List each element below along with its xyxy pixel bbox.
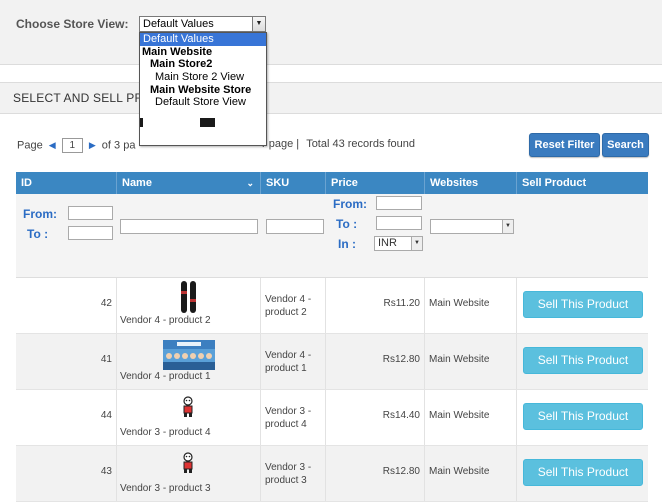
cell-name: Vendor 3 - product 4 [117,390,261,445]
cell-website: Main Website [425,278,517,333]
cell-id: 43 [16,446,117,501]
cell-sku: Vendor 3 - product 3 [261,446,326,501]
currency-select[interactable]: INR ▼ [374,236,423,251]
id-to-input[interactable] [68,226,113,240]
filter-row: From: To : From: To : In : INR ▼ ▼ [16,194,648,278]
store-view-dropdown[interactable]: Default Values Main Website Main Store2 … [139,32,267,146]
dropdown-option[interactable]: Default Store View [140,96,266,109]
store-view-label: Choose Store View: [16,17,129,31]
table-row: 43 Vendor 3 - product 3 Vendor 3 - produ… [16,446,648,502]
price-to-label: To : [336,217,358,231]
reset-filter-button[interactable]: Reset Filter [529,133,600,157]
cell-price: Rs12.80 [326,334,425,389]
search-button[interactable]: Search [602,133,649,157]
id-from-label: From: [23,207,57,221]
dropdown-option[interactable]: Main Store 2 View [140,71,266,84]
skis-thumbnail [181,281,196,313]
page-label: Page [17,139,43,152]
table-row: 44 Vendor 3 - product 4 Vendor 3 - produ… [16,390,648,446]
cell-sell: Sell This Product [517,390,648,445]
store-view-bar: Choose Store View: Default Values ▼ [0,0,662,65]
store-view-selected: Default Values [143,18,214,30]
column-websites[interactable]: Websites [425,172,517,194]
product-name: Vendor 4 - product 2 [120,315,211,326]
dropdown-option-group: Main Website [142,45,213,58]
cell-sku: Vendor 4 - product 2 [261,278,326,333]
cell-id: 44 [16,390,117,445]
team-photo-thumbnail [163,340,215,370]
id-to-label: To : [27,227,49,241]
cell-website: Main Website [425,390,517,445]
product-name: Vendor 4 - product 1 [120,371,211,382]
dropdown-option-group: Main Store2 [150,58,213,71]
figurine-thumbnail [183,396,193,417]
cell-price: Rs11.20 [326,278,425,333]
pager: Page ◀ 1 ▶ of 3 pa [17,138,135,153]
chevron-down-icon[interactable]: ▼ [252,17,265,31]
sort-chevron-icon[interactable]: ⌄ [246,172,254,194]
column-id[interactable]: ID [16,172,117,194]
column-name-label: Name [122,177,152,189]
websites-filter-select[interactable]: ▼ [430,219,514,234]
cell-website: Main Website [425,446,517,501]
chevron-down-icon[interactable]: ▼ [502,220,513,233]
column-name[interactable]: Name ⌄ [117,172,261,194]
figurine-thumbnail [183,452,193,473]
price-in-label: In : [338,237,356,251]
page-number-input[interactable]: 1 [61,138,83,153]
product-name: Vendor 3 - product 3 [120,483,211,494]
sell-this-product-button[interactable]: Sell This Product [523,347,643,374]
cell-id: 41 [16,334,117,389]
products-grid: ID Name ⌄ SKU Price Websites Sell Produc… [16,172,648,502]
price-from-label: From: [333,197,367,211]
cell-sku: Vendor 4 - product 1 [261,334,326,389]
prev-page-icon[interactable]: ◀ [49,140,56,150]
dropdown-option[interactable]: Default Values [140,33,266,46]
cell-name: Vendor 4 - product 1 [117,334,261,389]
table-row: 41 Vendor 4 - product 1 Vendor 4 - produ… [16,334,648,390]
price-from-input[interactable] [376,196,422,210]
cell-price: Rs12.80 [326,446,425,501]
page-count-text: of 3 pa [101,139,136,152]
pager-right: r page | Total 43 records found [262,138,415,150]
section-header: SELECT AND SELL PR [0,82,662,114]
section-title: SELECT AND SELL PR [13,91,144,105]
currency-value: INR [378,237,397,249]
cell-sell: Sell This Product [517,334,648,389]
sku-filter-input[interactable] [266,219,324,234]
cell-name: Vendor 3 - product 3 [117,446,261,501]
store-view-select[interactable]: Default Values ▼ [139,16,266,32]
sell-this-product-button[interactable]: Sell This Product [523,291,643,318]
cell-sell: Sell This Product [517,446,648,501]
dropdown-option-group: Main Website Store [150,83,252,96]
total-records: Total 43 records found [306,138,416,150]
id-from-input[interactable] [68,206,113,220]
column-sell-product: Sell Product [522,177,587,189]
pager-separator: | [296,138,300,150]
next-page-icon[interactable]: ▶ [89,140,96,150]
cell-name: Vendor 4 - product 2 [117,278,261,333]
grid-header: ID Name ⌄ SKU Price Websites Sell Produc… [16,172,648,194]
sell-this-product-button[interactable]: Sell This Product [523,403,643,430]
product-name: Vendor 3 - product 4 [120,427,211,438]
cell-sell: Sell This Product [517,278,648,333]
render-artifact [140,118,240,127]
chevron-down-icon[interactable]: ▼ [411,237,422,250]
price-to-input[interactable] [376,216,422,230]
cell-sku: Vendor 3 - product 4 [261,390,326,445]
table-row: 42 Vendor 4 - product 2 Vendor 4 - produ… [16,278,648,334]
column-sku[interactable]: SKU [261,172,326,194]
cell-id: 42 [16,278,117,333]
column-price[interactable]: Price [326,172,425,194]
cell-website: Main Website [425,334,517,389]
cell-price: Rs14.40 [326,390,425,445]
name-filter-input[interactable] [120,219,258,234]
